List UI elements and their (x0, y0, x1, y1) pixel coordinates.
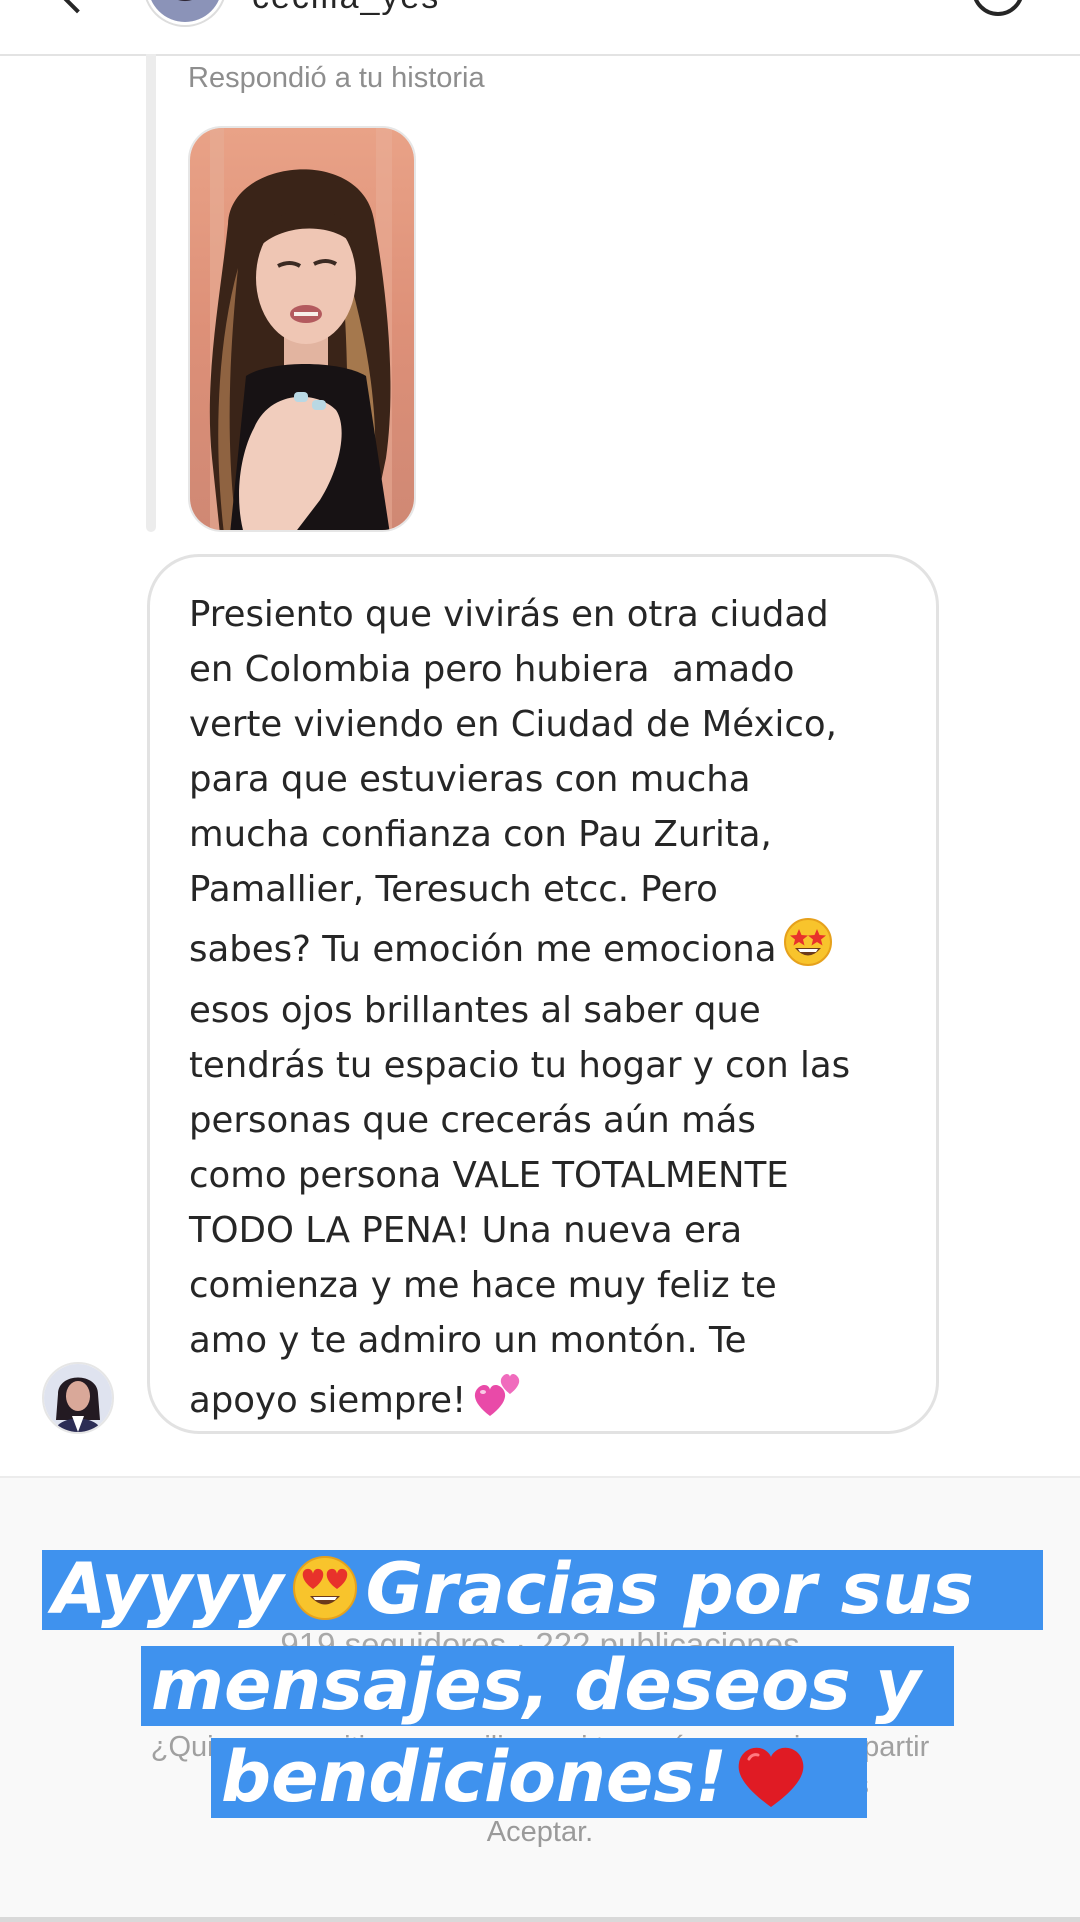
message-text: Presiento que vivirás en otra ciudad en … (189, 587, 906, 1434)
message-line: TODO LA PENA! Una nueva era (189, 1210, 743, 1251)
chat-header: cecilia_yes (0, 0, 1080, 56)
sender-avatar[interactable] (42, 1362, 114, 1434)
header-avatar[interactable] (148, 0, 222, 22)
header-username[interactable]: cecilia_yes (252, 0, 440, 17)
message-line: personas que crecerás aún más (189, 1100, 756, 1141)
chevron-left-icon[interactable] (58, 0, 96, 14)
message-line: para que estuvieras con mucha (189, 759, 751, 800)
reply-indicator-bar (146, 54, 156, 532)
caption-text: Gracias por sus (365, 1548, 974, 1630)
caption-line-2: mensajes, deseos y (141, 1646, 954, 1726)
story-photo (190, 128, 414, 530)
message-line: sabes? Tu emoción me emociona (189, 929, 777, 970)
message-line: Pamallier, Teresuch etcc. Pero (189, 869, 718, 910)
message-line: apoyo siempre! (189, 1380, 467, 1421)
caption-text: bendiciones! (221, 1736, 727, 1818)
caption-text: Ayyyy (52, 1548, 284, 1630)
sender-avatar-photo (44, 1364, 112, 1432)
message-line: mucha confianza con Pau Zurita, (189, 814, 772, 855)
message-line: esos ojos brillantes al saber que (189, 990, 761, 1031)
message-line: Presiento que vivirás en otra ciudad (189, 594, 829, 635)
reply-label: Respondió a tu historia (188, 62, 485, 94)
two-hearts-emoji-icon (472, 1368, 524, 1434)
caption-line-3: bendiciones! (211, 1738, 867, 1818)
heart-eyes-emoji-icon (292, 1555, 358, 1636)
caption-line-1: Ayyyy Gracias por sus (42, 1550, 1043, 1630)
request-accept-hint: Aceptar. (486, 1816, 594, 1848)
story-thumbnail[interactable] (188, 126, 416, 532)
message-line: tendrás tu espacio tu hogar y con las (189, 1045, 851, 1086)
message-bubble[interactable]: Presiento que vivirás en otra ciudad en … (147, 554, 939, 1434)
info-icon[interactable] (972, 0, 1024, 16)
red-heart-emoji-icon (735, 1743, 807, 1824)
message-line: como persona VALE TOTALMENTE (189, 1155, 789, 1196)
message-line: en Colombia pero hubiera amado (189, 649, 795, 690)
message-line: amo y te admiro un montón. Te (189, 1320, 747, 1361)
message-line: comienza y me hace muy feliz te (189, 1265, 777, 1306)
message-line: verte viviendo en Ciudad de México, (189, 704, 837, 745)
star-struck-emoji-icon (783, 917, 833, 983)
